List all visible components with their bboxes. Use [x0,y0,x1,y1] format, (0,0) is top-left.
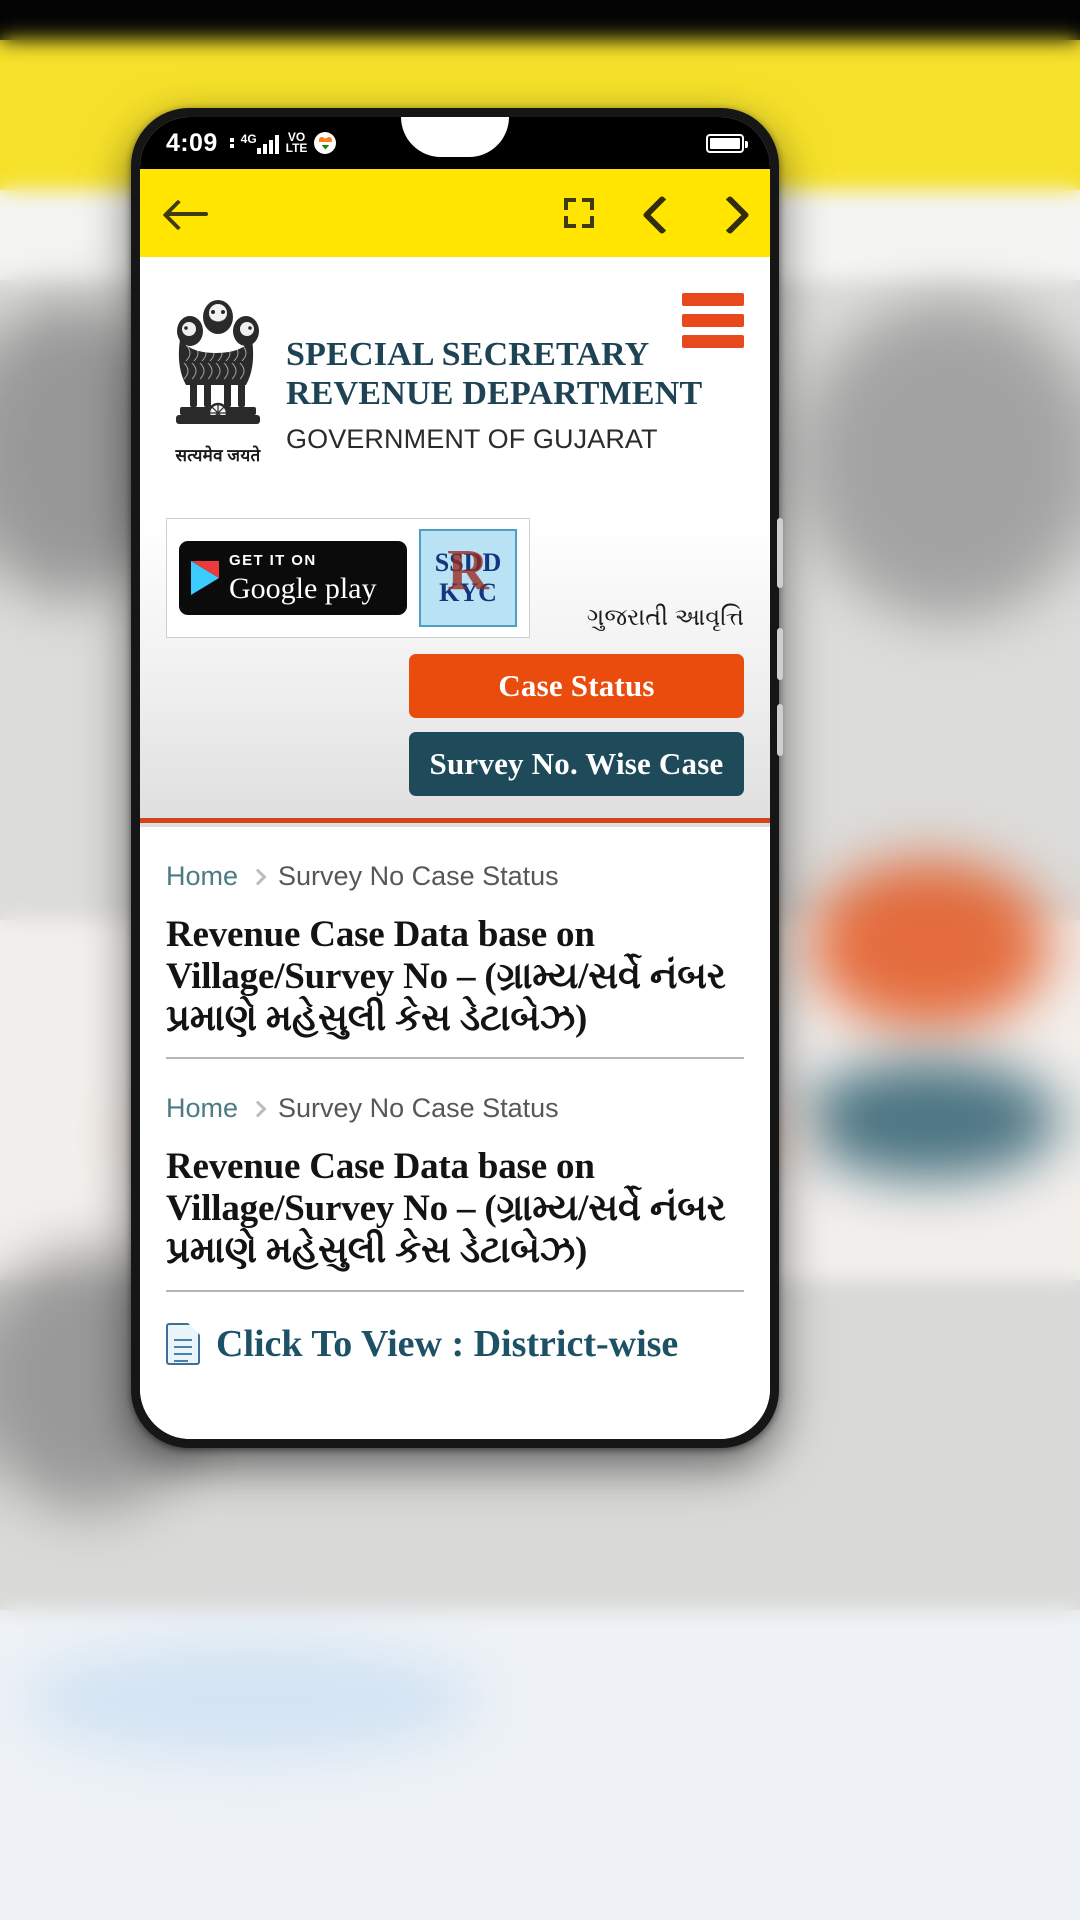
display-notch [401,117,509,157]
orange-divider [140,818,770,823]
emblem-motto-text: सत्यमेव जयते [175,446,261,465]
google-play-icon [191,561,219,595]
breadcrumb-2: Home Survey No Case Status [166,1059,744,1124]
backdrop-band-black [0,0,1080,40]
browser-toolbar [140,169,770,257]
web-page-content: सत्यमेव जयते SPECIAL SECRETARY REVENUE D… [140,257,770,1439]
action-button-stack: Case Status Survey No. Wise Case [140,654,744,796]
battery-full-icon [706,133,748,153]
section-heading-2: Revenue Case Data base on Village/Survey… [166,1146,726,1271]
site-title-line-2: REVENUE DEPARTMENT [286,375,703,413]
site-header: सत्यमेव जयते SPECIAL SECRETARY REVENUE D… [140,257,770,466]
breadcrumb-current: Survey No Case Status [278,861,559,891]
device-side-button-1[interactable] [777,518,783,588]
fullscreen-icon[interactable] [564,198,594,228]
app-badge-container: GET IT ON Google play R SSDD KYC [166,518,530,638]
site-title-line-1: SPECIAL SECRETARY [286,336,650,373]
phone-device-frame: 4:09 4G VO LTE सत्यमेव जयते SPECIAL SECR… [131,108,783,1448]
backdrop-band-white-3 [0,1610,1080,1920]
status-bar-icons: 4G VO LTE [229,131,337,155]
gujarati-language-link[interactable]: ગુજરાતી આવૃત્તિ [587,604,744,638]
section-heading-1: Revenue Case Data base on Village/Survey… [166,914,726,1039]
section-survey-no-case-status-1: Home Survey No Case Status Revenue Case … [140,827,770,1060]
chevron-right-icon[interactable] [710,196,744,230]
device-side-button-3[interactable] [777,704,783,756]
ssrd-kyc-logo-icon[interactable]: R SSDD KYC [419,529,517,627]
page-top-block: सत्यमेव जयते SPECIAL SECRETARY REVENUE D… [140,257,770,827]
breadcrumb-home-link-2[interactable]: Home [166,1093,238,1124]
backdrop-blob-orange [810,860,1050,1030]
status-bar-clock: 4:09 [166,128,218,157]
device-side-button-2[interactable] [777,628,783,680]
district-wise-view-label: Click To View : District-wise [216,1322,679,1365]
volte-icon: VO LTE [285,131,308,155]
document-icon [166,1322,200,1365]
site-subtitle: GOVERNMENT OF GUJARAT [286,423,658,454]
ssrd-overlay-letter: R [447,537,489,602]
site-header-text: SPECIAL SECRETARY REVENUE DEPARTMENT GOV… [270,287,702,455]
section-survey-no-case-status-2: Home Survey No Case Status Revenue Case … [140,1059,770,1292]
back-arrow-icon[interactable] [166,198,210,228]
case-status-button[interactable]: Case Status [409,654,744,718]
phone-screen: 4:09 4G VO LTE सत्यमेव जयते SPECIAL SECR… [140,117,770,1439]
badges-row: GET IT ON Google play R SSDD KYC ગુજરાતી… [166,518,744,638]
google-play-big-text: Google play [229,571,377,605]
breadcrumb-current-2: Survey No Case Status [278,1093,559,1124]
volte-label-bottom: LTE [285,141,308,155]
district-wise-view-link[interactable]: Click To View : District-wise [140,1292,770,1366]
status-bar: 4:09 4G VO LTE [140,117,770,169]
breadcrumb: Home Survey No Case Status [166,827,744,892]
chevron-left-icon[interactable] [642,196,676,230]
hamburger-menu-icon[interactable] [682,293,744,356]
google-play-badge[interactable]: GET IT ON Google play [179,541,407,615]
breadcrumb-separator-icon-2 [249,1100,267,1118]
backdrop-blob-blue-bottom [20,1640,480,1760]
network-type-label: 4G [240,131,257,146]
indian-flag-heart-icon [314,132,337,154]
survey-no-wise-case-button[interactable]: Survey No. Wise Case [409,732,744,796]
india-state-emblem-icon: सत्यमेव जयते [166,291,270,466]
breadcrumb-separator-icon [249,868,267,885]
backdrop-blob-teal [800,1060,1060,1180]
breadcrumb-home-link[interactable]: Home [166,861,238,892]
backdrop-blob-dark-right [800,300,1080,620]
data-transfer-icon [229,138,234,148]
signal-strength-icon [256,134,279,154]
google-play-small-text: GET IT ON [229,551,317,569]
